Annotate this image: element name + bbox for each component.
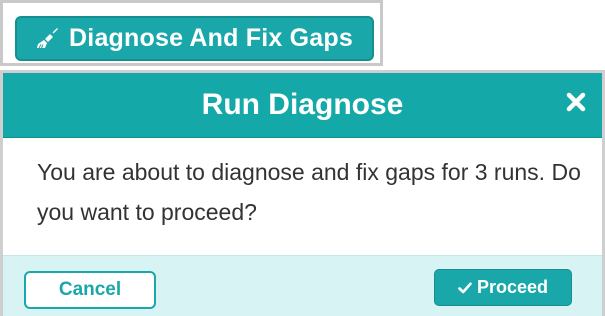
checkmark-icon — [458, 281, 472, 295]
dialog-footer: Cancel Proceed — [3, 255, 602, 316]
dialog-body: You are about to diagnose and fix gaps f… — [3, 138, 602, 255]
toolbar-frame: Diagnose And Fix Gaps — [0, 0, 383, 66]
dialog-header: Run Diagnose — [3, 73, 602, 138]
proceed-button-label: Proceed — [476, 277, 549, 297]
run-diagnose-dialog: Run Diagnose You are about to diagnose a… — [0, 70, 605, 316]
diagnose-and-fix-gaps-button[interactable]: Diagnose And Fix Gaps — [15, 16, 374, 61]
close-icon[interactable] — [564, 90, 588, 114]
proceed-button[interactable]: Proceed — [434, 269, 572, 306]
broom-icon — [36, 27, 60, 51]
diagnose-button-label: Diagnose And Fix Gaps — [69, 24, 353, 52]
dialog-message: You are about to diagnose and fix gaps f… — [37, 159, 581, 225]
dialog-title: Run Diagnose — [201, 88, 404, 121]
cancel-button-label: Cancel — [58, 279, 122, 300]
cancel-button[interactable]: Cancel — [24, 271, 156, 309]
